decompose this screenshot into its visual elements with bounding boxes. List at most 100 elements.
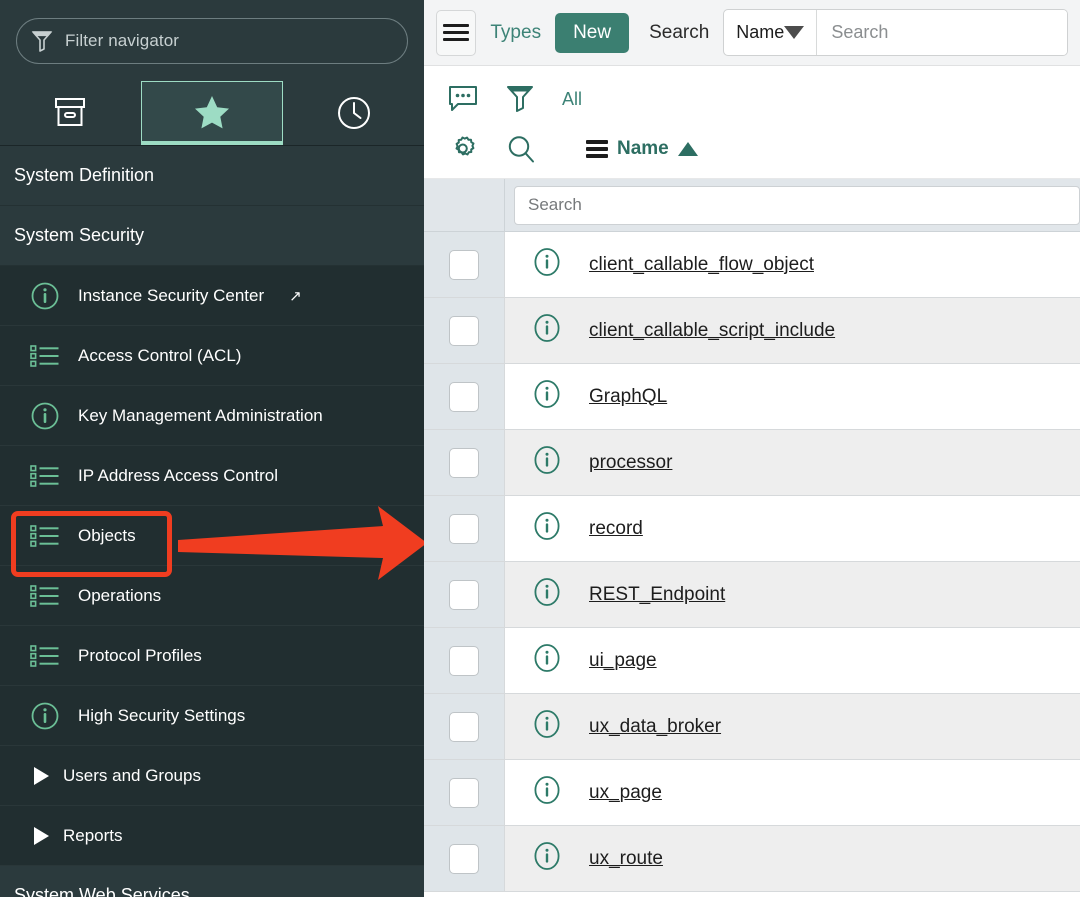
table-row[interactable]: ui_page (424, 628, 1080, 694)
filter-all-label[interactable]: All (562, 89, 582, 110)
row-select-cell (424, 826, 505, 891)
info-circle-icon[interactable] (532, 313, 562, 348)
sidebar-item-label: Objects (78, 526, 136, 546)
table-row[interactable]: processor (424, 430, 1080, 496)
sidebar-item-key-management-administration[interactable]: Key Management Administration (0, 386, 424, 446)
row-checkbox[interactable] (449, 778, 479, 808)
row-select-cell (424, 496, 505, 561)
list-lines-icon (586, 137, 608, 162)
sidebar-item-objects[interactable]: Objects (0, 506, 424, 566)
sidebar-item-label: Key Management Administration (78, 406, 323, 426)
filter-navigator[interactable]: Filter navigator (16, 18, 408, 64)
star-icon (193, 94, 231, 130)
sidebar-category-system-security[interactable]: System Security (0, 206, 424, 266)
table-row[interactable]: ux_route (424, 826, 1080, 892)
sidebar-item-ip-address-access-control[interactable]: IP Address Access Control (0, 446, 424, 506)
sort-column-control[interactable]: Name (586, 137, 698, 162)
row-checkbox[interactable] (449, 250, 479, 280)
row-info-cell (505, 364, 589, 429)
info-circle-icon[interactable] (532, 379, 562, 414)
row-info-cell (505, 298, 589, 363)
sidebar-tabs (0, 81, 424, 146)
column-search-name-cell (505, 179, 1080, 231)
sidebar-item-reports[interactable]: Reports (0, 806, 424, 866)
sub-toolbar-row-sort: Name (448, 124, 1080, 174)
row-name-link[interactable]: ux_data_broker (589, 716, 721, 738)
sidebar-item-label: High Security Settings (78, 706, 245, 726)
row-checkbox[interactable] (449, 316, 479, 346)
new-button[interactable]: New (555, 13, 629, 53)
sidebar-item-instance-security-center[interactable]: Instance Security Center ↗ (0, 266, 424, 326)
table-row[interactable]: ux_page (424, 760, 1080, 826)
clock-icon (336, 95, 372, 131)
speech-bubble-icon[interactable] (448, 85, 478, 113)
info-circle-icon (30, 401, 60, 431)
info-circle-icon[interactable] (532, 511, 562, 546)
table-row[interactable]: client_callable_flow_object (424, 232, 1080, 298)
table-row[interactable]: client_callable_script_include (424, 298, 1080, 364)
gear-icon[interactable] (448, 134, 478, 164)
list-context-menu-button[interactable] (436, 10, 476, 56)
info-circle-icon[interactable] (532, 247, 562, 282)
row-name-link[interactable]: REST_Endpoint (589, 584, 725, 606)
row-checkbox[interactable] (449, 514, 479, 544)
sidebar-item-users-and-groups[interactable]: Users and Groups (0, 746, 424, 806)
info-circle-icon (30, 281, 60, 311)
row-checkbox[interactable] (449, 646, 479, 676)
magnifier-icon[interactable] (506, 134, 536, 164)
row-name-link[interactable]: record (589, 518, 643, 540)
row-checkbox[interactable] (449, 712, 479, 742)
sidebar-item-label: Instance Security Center (78, 286, 264, 306)
sidebar-item-high-security-settings[interactable]: High Security Settings (0, 686, 424, 746)
sidebar-category-label: System Definition (14, 165, 154, 186)
table-row[interactable]: REST_Endpoint (424, 562, 1080, 628)
sidebar-category-label: System Web Services (14, 885, 190, 897)
sidebar-tab-all-applications[interactable] (0, 81, 141, 145)
table-row[interactable]: GraphQL (424, 364, 1080, 430)
breadcrumb[interactable]: Types (490, 22, 541, 44)
row-checkbox[interactable] (449, 844, 479, 874)
sidebar-item-label: Access Control (ACL) (78, 346, 241, 366)
row-checkbox[interactable] (449, 580, 479, 610)
column-search-input[interactable] (514, 186, 1080, 225)
row-name-link[interactable]: client_callable_script_include (589, 320, 835, 342)
sidebar-category-system-definition[interactable]: System Definition (0, 146, 424, 206)
row-select-cell (424, 628, 505, 693)
sidebar-category-system-web-services[interactable]: System Web Services (0, 866, 424, 897)
row-name-cell: ux_route (589, 826, 1080, 891)
search-field-select[interactable]: Name (724, 10, 817, 55)
sidebar-tab-history[interactable] (283, 81, 424, 145)
row-name-link[interactable]: ux_page (589, 782, 662, 804)
row-name-link[interactable]: ux_route (589, 848, 663, 870)
row-checkbox[interactable] (449, 382, 479, 412)
funnel-icon[interactable] (506, 84, 534, 114)
sidebar-item-access-control-acl[interactable]: Access Control (ACL) (0, 326, 424, 386)
list-icon (30, 341, 60, 371)
row-name-link[interactable]: client_callable_flow_object (589, 254, 814, 276)
row-info-cell (505, 760, 589, 825)
info-circle-icon[interactable] (532, 643, 562, 678)
row-checkbox[interactable] (449, 448, 479, 478)
row-info-cell (505, 430, 589, 495)
table-row[interactable]: ux_data_broker (424, 694, 1080, 760)
info-circle-icon[interactable] (532, 577, 562, 612)
row-name-link[interactable]: ui_page (589, 650, 657, 672)
sidebar-item-protocol-profiles[interactable]: Protocol Profiles (0, 626, 424, 686)
info-circle-icon[interactable] (532, 775, 562, 810)
info-circle-icon[interactable] (532, 841, 562, 876)
filter-navigator-placeholder: Filter navigator (65, 31, 179, 51)
row-select-cell (424, 430, 505, 495)
table-row[interactable]: record (424, 496, 1080, 562)
filter-navigator-container: Filter navigator (0, 0, 424, 81)
row-name-cell: ui_page (589, 628, 1080, 693)
info-circle-icon[interactable] (532, 445, 562, 480)
row-name-link[interactable]: processor (589, 452, 672, 474)
sidebar-category-label: System Security (14, 225, 144, 246)
row-name-cell: processor (589, 430, 1080, 495)
sidebar-item-operations[interactable]: Operations (0, 566, 424, 626)
sidebar-tab-favorites[interactable] (141, 81, 284, 145)
search-input[interactable] (817, 10, 1068, 55)
row-select-cell (424, 364, 505, 429)
row-name-link[interactable]: GraphQL (589, 386, 667, 408)
info-circle-icon[interactable] (532, 709, 562, 744)
